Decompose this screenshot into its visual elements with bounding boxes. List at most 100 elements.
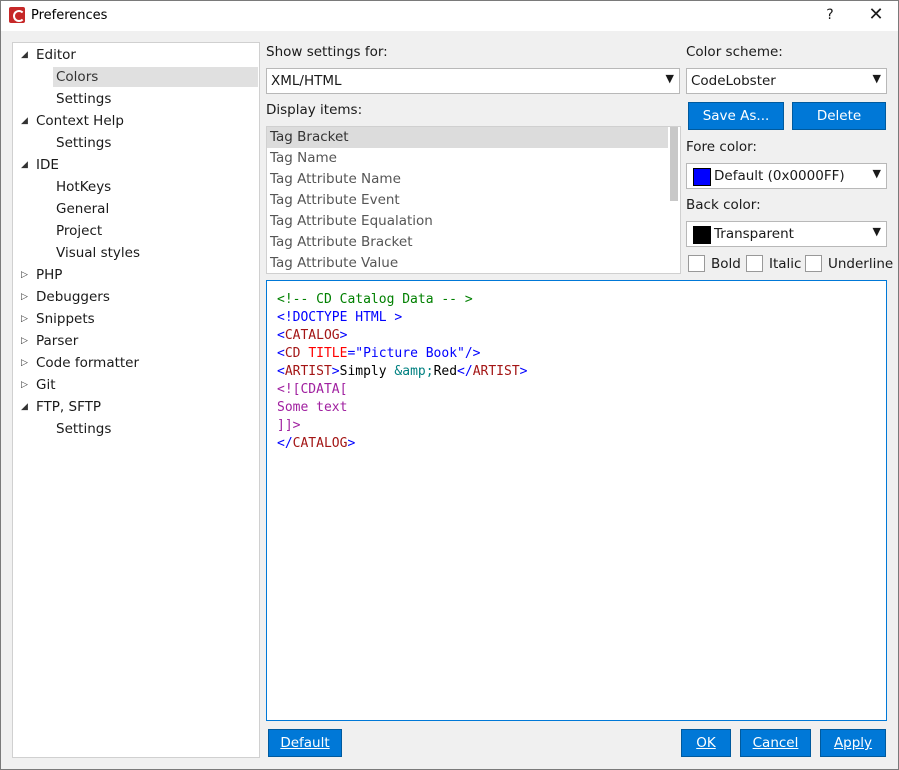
tree-item[interactable]: HotKeys	[53, 177, 258, 197]
tree-item[interactable]: ▷ Parser	[13, 331, 257, 351]
collapse-right-icon[interactable]: ▷	[21, 331, 31, 351]
bold-checkbox[interactable]	[688, 255, 705, 272]
tree-item[interactable]: Visual styles	[53, 243, 258, 263]
tree-item[interactable]: General	[53, 199, 258, 219]
code-token: "Picture Book"	[355, 346, 465, 361]
chevron-down-icon: ▼	[665, 72, 674, 85]
code-token: <	[277, 364, 285, 379]
code-token: ARTIST	[472, 364, 520, 379]
display-item[interactable]: Tag Attribute Event	[267, 190, 670, 211]
tree-item-label: FTP, SFTP	[36, 399, 101, 415]
code-line: ]]>	[277, 417, 300, 435]
underline-label: Underline	[828, 256, 894, 272]
tree-item[interactable]: Settings	[53, 89, 258, 109]
expand-down-icon[interactable]: ◢	[21, 397, 31, 417]
code-line: <![CDATA[	[277, 381, 347, 399]
code-token: >	[331, 364, 340, 379]
collapse-right-icon[interactable]: ▷	[21, 353, 31, 373]
display-item[interactable]: Tag Attribute Equalation	[267, 211, 670, 232]
collapse-right-icon[interactable]: ▷	[21, 375, 31, 395]
tree-item[interactable]: ▷ Git	[13, 375, 257, 395]
show-settings-label: Show settings for:	[266, 44, 388, 60]
tree-item[interactable]: Colors	[53, 67, 258, 87]
code-token: Red	[433, 364, 458, 379]
tree-item[interactable]: Settings	[53, 133, 258, 153]
code-preview[interactable]: <!-- CD Catalog Data -- > <!DOCTYPE HTML …	[266, 280, 887, 721]
back-color-label: Back color:	[686, 197, 761, 213]
tree-item-label: Code formatter	[36, 355, 140, 371]
italic-checkbox[interactable]	[746, 255, 763, 272]
list-scrollbar[interactable]	[668, 127, 680, 273]
tree-item[interactable]: Project	[53, 221, 258, 241]
display-item[interactable]: Tag Name	[267, 148, 670, 169]
close-button[interactable]: ✕	[862, 2, 890, 28]
expand-down-icon[interactable]: ◢	[21, 155, 31, 175]
tree-item[interactable]: ▷ PHP	[13, 265, 257, 285]
save-as-button[interactable]: Save As...	[688, 102, 784, 130]
collapse-right-icon[interactable]: ▷	[21, 309, 31, 329]
cancel-button-label: Cancel	[752, 735, 799, 751]
underline-checkbox[interactable]	[805, 255, 822, 272]
display-item[interactable]: Tag Attribute Bracket	[267, 232, 670, 253]
tree-item[interactable]: ◢ FTP, SFTP	[13, 397, 257, 417]
chevron-down-icon: ▼	[872, 72, 881, 85]
expand-down-icon[interactable]: ◢	[21, 111, 31, 131]
code-token: >	[339, 328, 348, 343]
code-token: </	[457, 364, 473, 379]
tree-item[interactable]: ▷ Debuggers	[13, 287, 257, 307]
display-items-list[interactable]: Tag Attribute Value Tag Attribute Bracket…	[266, 126, 681, 274]
tree-item[interactable]: ◢ Context Help	[13, 111, 257, 131]
bold-label: Bold	[711, 256, 741, 272]
code-token: >	[519, 364, 528, 379]
default-button[interactable]: Default	[268, 729, 342, 757]
show-settings-dropdown[interactable]: XML/HTML ▼	[266, 68, 680, 94]
title-bar	[1, 1, 898, 31]
code-token: />	[464, 346, 481, 361]
tree-item-label: Settings	[56, 135, 112, 151]
show-settings-value: XML/HTML	[271, 73, 342, 89]
delete-button[interactable]: Delete	[792, 102, 886, 130]
tree-item-label: Editor	[36, 47, 76, 63]
display-item[interactable]: Tag Bracket	[267, 127, 670, 148]
tree-item-label: Debuggers	[36, 289, 110, 305]
display-item[interactable]: Tag Attribute Name	[267, 169, 670, 190]
ok-button[interactable]: OK	[681, 729, 731, 757]
window-title: Preferences	[31, 8, 108, 23]
display-item[interactable]: Tag Attribute Value	[267, 253, 670, 273]
code-line: <CD TITLE="Picture Book"/>	[277, 345, 481, 363]
back-color-dropdown[interactable]: Transparent ▼	[686, 221, 887, 247]
tree-item-label: Colors	[56, 69, 99, 85]
italic-label: Italic	[769, 256, 802, 272]
code-token: </	[277, 436, 293, 451]
code-line: </CATALOG>	[277, 435, 355, 453]
code-token: <	[277, 346, 285, 361]
list-scrollbar-thumb[interactable]	[670, 127, 678, 201]
color-scheme-dropdown[interactable]: CodeLobster ▼	[686, 68, 887, 94]
help-button[interactable]: ?	[818, 2, 842, 28]
code-token: <!-- CD Catalog Data -- >	[277, 292, 473, 307]
fore-color-value: Default (0x0000FF)	[714, 168, 845, 184]
expand-down-icon[interactable]: ◢	[21, 45, 31, 65]
tree-item-label: HotKeys	[56, 179, 112, 195]
tree-item[interactable]: ◢ IDE	[13, 155, 257, 175]
fore-color-label: Fore color:	[686, 139, 757, 155]
ok-button-label: OK	[696, 735, 716, 751]
tree-item[interactable]: ▷ Code formatter	[13, 353, 257, 373]
code-line: <!-- CD Catalog Data -- >	[277, 291, 473, 309]
collapse-right-icon[interactable]: ▷	[21, 265, 31, 285]
tree-item[interactable]: Settings	[53, 419, 258, 439]
tree-item-label: Parser	[36, 333, 79, 349]
code-token: CD	[284, 346, 301, 361]
code-token: ARTIST	[284, 364, 332, 379]
code-token: CATALOG	[284, 328, 340, 343]
cancel-button[interactable]: Cancel	[740, 729, 811, 757]
fore-color-dropdown[interactable]: Default (0x0000FF) ▼	[686, 163, 887, 189]
chevron-down-icon: ▼	[872, 167, 881, 180]
apply-button-label: Apply	[833, 735, 873, 751]
code-token: TITLE	[308, 346, 348, 361]
chevron-down-icon: ▼	[872, 225, 881, 238]
tree-item[interactable]: ◢ Editor	[13, 45, 257, 65]
tree-item[interactable]: ▷ Snippets	[13, 309, 257, 329]
apply-button[interactable]: Apply	[820, 729, 886, 757]
collapse-right-icon[interactable]: ▷	[21, 287, 31, 307]
